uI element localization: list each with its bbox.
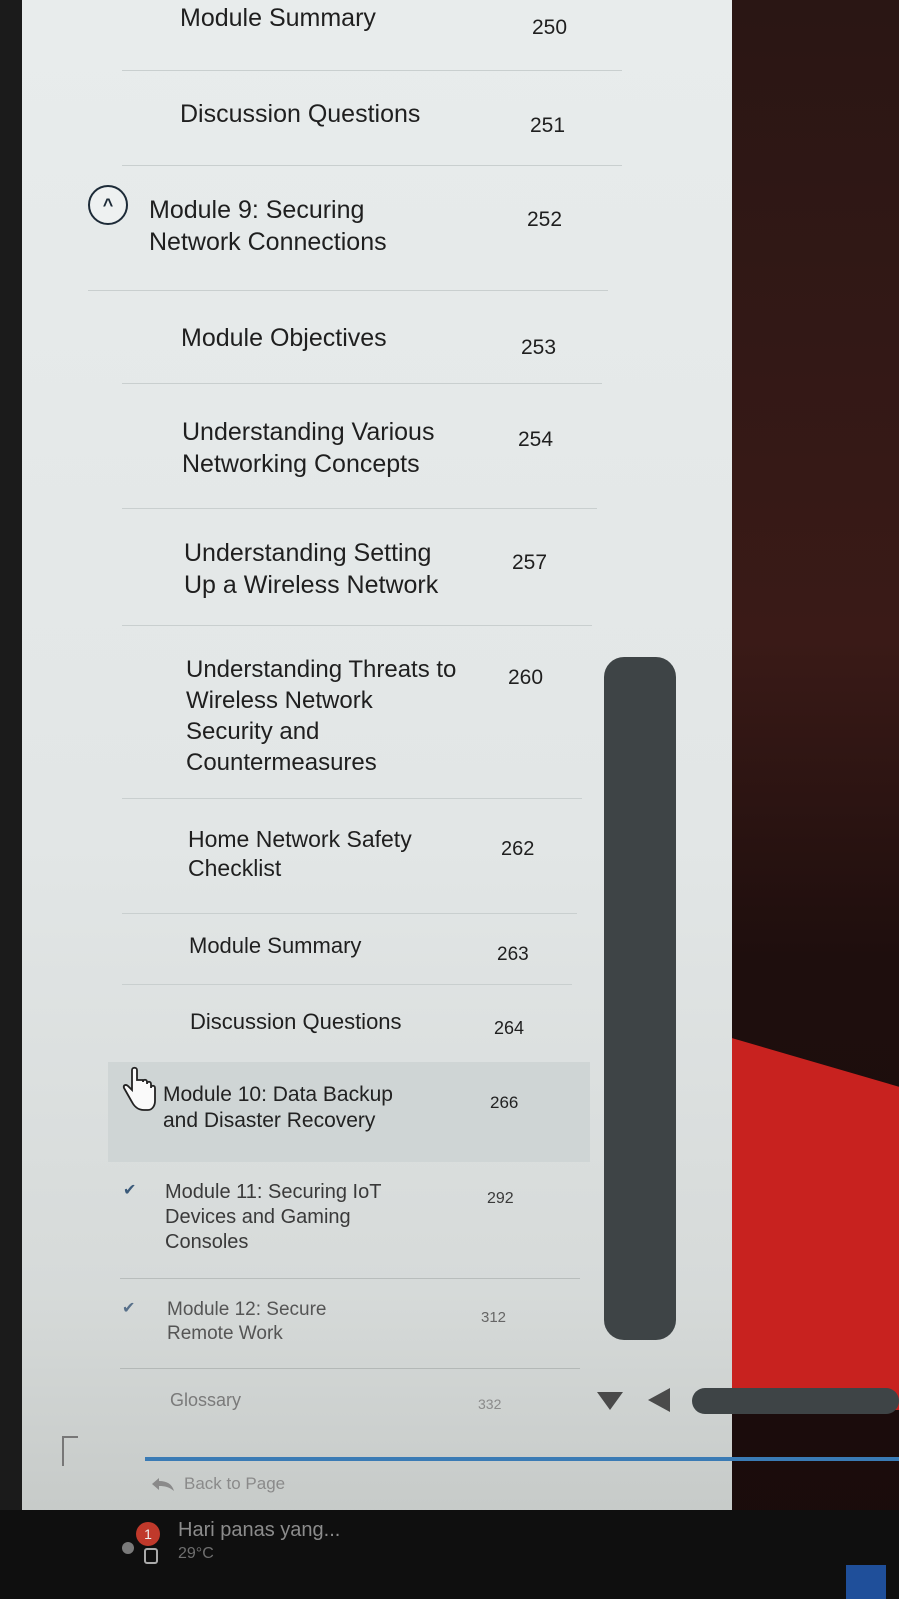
toc-item-page: 253: [521, 336, 557, 359]
divider: [88, 290, 608, 291]
weather-widget[interactable]: 1 Hari panas yang... 29°C: [120, 1518, 340, 1566]
toc-item-page: 266: [490, 1093, 519, 1112]
divider: [122, 984, 572, 985]
toc-item-label: Module Summary: [189, 933, 362, 958]
chevron-up-circle-icon[interactable]: ^: [88, 185, 128, 225]
toc-item-page: 292: [487, 1190, 514, 1207]
toc-item-page: 257: [512, 551, 548, 574]
scroll-down-arrow-icon[interactable]: [597, 1392, 623, 1410]
toc-item[interactable]: Discussion Questions 251: [180, 98, 610, 137]
toc-module-10[interactable]: Module 10: Data Backup and Disaster Reco…: [163, 1082, 443, 1134]
toc-item-label: Module Objectives: [181, 324, 387, 352]
toc-item-label: Module Summary: [180, 4, 376, 32]
toc-item-label: Glossary: [170, 1390, 242, 1410]
toc-item[interactable]: Understanding Threats to Wireless Networ…: [186, 654, 606, 778]
toc-item-label: Module 12: Secure Remote Work: [167, 1299, 327, 1344]
divider: [122, 70, 622, 71]
toc-module-9[interactable]: Module 9: Securing Network Connections: [149, 194, 449, 258]
toc-item-page: 254: [518, 428, 554, 451]
horizontal-scrollbar-thumb[interactable]: [692, 1388, 899, 1414]
panel-edge-mark: [62, 1436, 78, 1466]
toc-item-label: Understanding Various Networking Concept…: [182, 418, 435, 478]
toc-item-label: Module 9: Securing Network Connections: [149, 196, 387, 256]
undo-arrow-icon: [152, 1478, 174, 1491]
divider: [122, 165, 622, 166]
screen-bezel: [0, 0, 22, 1599]
back-to-page-label: Back to Page: [184, 1474, 286, 1493]
weather-icon: 1: [120, 1518, 168, 1566]
toc-item[interactable]: Module Summary 263: [189, 930, 609, 965]
notification-badge: 1: [136, 1522, 160, 1546]
toc-item-page: 312: [481, 1309, 507, 1326]
hand-pointer-icon: [122, 1066, 156, 1111]
toc-module-11[interactable]: Module 11: Securing IoT Devices and Gami…: [165, 1180, 425, 1255]
back-to-page-link[interactable]: Back to Page: [150, 1474, 285, 1494]
taskbar-app-icon[interactable]: [846, 1565, 886, 1599]
toc-module-12[interactable]: Module 12: Secure Remote Work: [167, 1298, 387, 1346]
toc-item-label: Home Network Safety Checklist: [188, 826, 412, 881]
toc-item[interactable]: Home Network Safety Checklist 262: [188, 825, 608, 883]
chevron-down-icon[interactable]: ✔: [122, 1298, 135, 1318]
divider: [120, 1278, 580, 1279]
toc-item[interactable]: Module Summary 250: [180, 2, 610, 39]
toc-item[interactable]: Discussion Questions 264: [190, 1006, 610, 1038]
divider: [122, 383, 602, 384]
toc-item[interactable]: Understanding Various Networking Concept…: [182, 416, 602, 480]
toc-item-label: Discussion Questions: [190, 1009, 402, 1034]
toc-item-label: Discussion Questions: [180, 100, 421, 128]
toc-item-page: 263: [497, 944, 529, 965]
divider: [122, 625, 592, 626]
toc-item-page: 251: [530, 114, 566, 137]
toc-item-page: 260: [508, 666, 544, 689]
accent-divider: [145, 1457, 899, 1461]
toc-item-page: 264: [494, 1018, 525, 1038]
divider: [122, 913, 577, 914]
toc-item-label: Module 11: Securing IoT Devices and Gami…: [165, 1181, 382, 1253]
toc-item-page: 250: [532, 16, 568, 39]
scroll-left-arrow-icon[interactable]: [648, 1388, 670, 1412]
toc-item-label: Understanding Setting Up a Wireless Netw…: [184, 539, 439, 599]
toc-item-label: Module 10: Data Backup and Disaster Reco…: [163, 1083, 393, 1132]
toc-item-page: 332: [478, 1396, 502, 1412]
toc-item[interactable]: Module Objectives 253: [181, 322, 611, 359]
toc-item-label: Understanding Threats to Wireless Networ…: [186, 656, 457, 776]
toc-item-page: 252: [527, 208, 563, 231]
weather-temperature: 29°C: [178, 1545, 214, 1562]
toc-item[interactable]: Understanding Setting Up a Wireless Netw…: [184, 537, 604, 601]
divider: [120, 1368, 580, 1369]
weather-text: Hari panas yang...: [178, 1519, 341, 1541]
toc-item-glossary[interactable]: Glossary: [170, 1384, 410, 1416]
chevron-down-icon[interactable]: ✔: [123, 1180, 136, 1200]
toc-item-page: 262: [501, 838, 535, 860]
divider: [122, 798, 582, 799]
divider: [122, 508, 597, 509]
vertical-scrollbar-thumb[interactable]: [604, 657, 676, 1340]
